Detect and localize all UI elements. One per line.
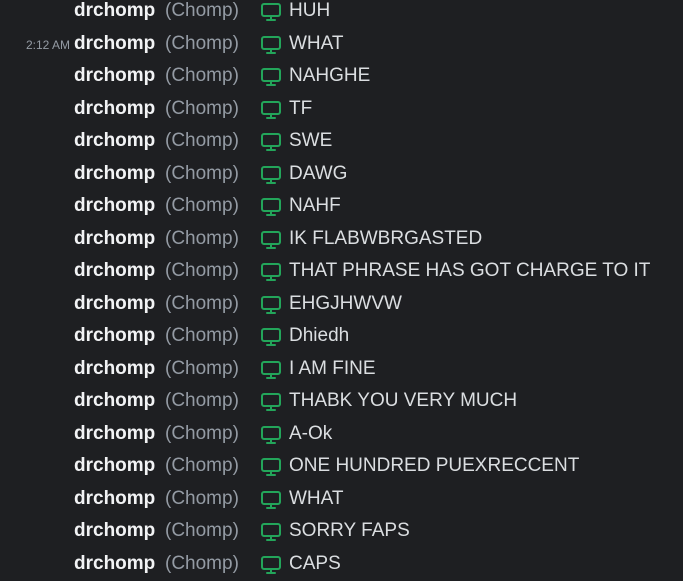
- chat-message[interactable]: drchomp (Chomp) ONE HUNDRED PUEXRECCENT: [0, 451, 683, 483]
- chat-message[interactable]: drchomp (Chomp) THAT PHRASE HAS GOT CHARGE…: [0, 256, 683, 288]
- chat-message[interactable]: drchomp (Chomp) IK FLABWBRGASTED: [0, 224, 683, 256]
- message-content: WHAT: [289, 487, 344, 509]
- monitor-icon: [260, 230, 282, 250]
- message-author-nickname: (Chomp): [165, 325, 239, 346]
- message-author-username[interactable]: drchomp: [74, 520, 155, 542]
- monitor-icon: [260, 262, 282, 282]
- monitor-icon: [260, 35, 282, 55]
- monitor-icon: [260, 197, 282, 217]
- chat-message[interactable]: drchomp (Chomp) SORRY FAPS: [0, 516, 683, 548]
- monitor-icon: [260, 327, 282, 347]
- message-author-nickname: (Chomp): [165, 455, 239, 476]
- message-author-nickname: (Chomp): [165, 552, 239, 574]
- message-author-username[interactable]: drchomp: [74, 553, 155, 575]
- chat-message[interactable]: drchomp (Chomp) NAHF: [0, 191, 683, 223]
- message-content: TF: [289, 97, 313, 119]
- chat-message[interactable]: drchomp (Chomp) THABK YOU VERY MUCH: [0, 386, 683, 418]
- message-author-nickname: (Chomp): [165, 65, 239, 86]
- monitor-icon: [260, 360, 282, 380]
- message-author-nickname: (Chomp): [165, 390, 239, 411]
- monitor-icon: [260, 457, 282, 477]
- message-timestamp: 2:12 AM: [25, 37, 70, 52]
- message-author-username[interactable]: drchomp: [74, 455, 155, 477]
- chat-message-list: drchomp (Chomp) HUH 2:12 AM drchomp (Chomp) WH…: [0, 0, 683, 581]
- message-author-nickname: (Chomp): [165, 227, 239, 249]
- message-content: IK FLABWBRGASTED: [289, 227, 483, 249]
- chat-message[interactable]: drchomp (Chomp) A-Ok: [0, 419, 683, 451]
- message-author-username[interactable]: drchomp: [74, 260, 155, 282]
- monitor-icon: [260, 555, 282, 575]
- message-author-username[interactable]: drchomp: [74, 98, 155, 120]
- message-author-username[interactable]: drchomp: [74, 65, 155, 87]
- monitor-icon: [260, 67, 282, 87]
- message-author-nickname: (Chomp): [165, 130, 239, 151]
- message-content: Dhiedh: [289, 325, 350, 346]
- message-author-username[interactable]: drchomp: [74, 390, 155, 412]
- chat-message[interactable]: drchomp (Chomp) DAWG: [0, 159, 683, 191]
- monitor-icon: [260, 490, 282, 510]
- message-content: NAHF: [289, 195, 341, 216]
- message-content: WHAT: [289, 32, 344, 54]
- message-author-nickname: (Chomp): [165, 260, 239, 281]
- message-author-nickname: (Chomp): [165, 195, 239, 216]
- message-author-nickname: (Chomp): [165, 292, 239, 314]
- message-content: I AM FINE: [289, 357, 376, 379]
- message-content: ONE HUNDRED PUEXRECCENT: [289, 455, 580, 476]
- monitor-icon: [260, 522, 282, 542]
- message-author-nickname: (Chomp): [165, 162, 239, 184]
- message-content: NAHGHE: [289, 65, 371, 86]
- message-author-nickname: (Chomp): [165, 0, 239, 21]
- chat-message[interactable]: drchomp (Chomp) CAPS: [0, 549, 683, 581]
- chat-message[interactable]: drchomp (Chomp) SWE: [0, 126, 683, 158]
- message-content: DAWG: [289, 162, 348, 184]
- monitor-icon: [260, 295, 282, 315]
- message-author-nickname: (Chomp): [165, 487, 239, 509]
- message-content: THABK YOU VERY MUCH: [289, 390, 518, 411]
- message-content: A-Ok: [289, 422, 333, 444]
- message-author-username[interactable]: drchomp: [74, 293, 155, 315]
- message-author-username[interactable]: drchomp: [74, 358, 155, 380]
- chat-message[interactable]: drchomp (Chomp) TF: [0, 94, 683, 126]
- chat-message[interactable]: drchomp (Chomp) Dhiedh: [0, 321, 683, 353]
- message-author-username[interactable]: drchomp: [74, 423, 155, 445]
- monitor-icon: [260, 132, 282, 152]
- message-author-username[interactable]: drchomp: [74, 0, 155, 22]
- chat-message[interactable]: drchomp (Chomp) EHGJHWVW: [0, 289, 683, 321]
- message-content: HUH: [289, 0, 331, 21]
- monitor-icon: [260, 392, 282, 412]
- message-content: SORRY FAPS: [289, 520, 410, 541]
- chat-message[interactable]: drchomp (Chomp) I AM FINE: [0, 354, 683, 386]
- message-content: SWE: [289, 130, 333, 151]
- monitor-icon: [260, 100, 282, 120]
- message-content: THAT PHRASE HAS GOT CHARGE TO IT: [289, 260, 651, 281]
- chat-message[interactable]: drchomp (Chomp) NAHGHE: [0, 61, 683, 93]
- message-content: CAPS: [289, 552, 341, 574]
- monitor-icon: [260, 2, 282, 22]
- message-author-username[interactable]: drchomp: [74, 195, 155, 217]
- monitor-icon: [260, 165, 282, 185]
- message-author-nickname: (Chomp): [165, 422, 239, 444]
- chat-message[interactable]: 2:12 AM drchomp (Chomp) WHAT: [0, 29, 683, 61]
- message-author-nickname: (Chomp): [165, 357, 239, 379]
- message-author-nickname: (Chomp): [165, 32, 239, 54]
- chat-message[interactable]: drchomp (Chomp) WHAT: [0, 484, 683, 516]
- message-author-username[interactable]: drchomp: [74, 488, 155, 510]
- message-author-username[interactable]: drchomp: [74, 33, 155, 55]
- message-author-username[interactable]: drchomp: [74, 325, 155, 347]
- message-content: EHGJHWVW: [289, 292, 402, 314]
- message-author-username[interactable]: drchomp: [74, 130, 155, 152]
- message-author-username[interactable]: drchomp: [74, 163, 155, 185]
- chat-message[interactable]: drchomp (Chomp) HUH: [0, 0, 683, 28]
- monitor-icon: [260, 425, 282, 445]
- message-author-nickname: (Chomp): [165, 97, 239, 119]
- message-author-username[interactable]: drchomp: [74, 228, 155, 250]
- message-author-nickname: (Chomp): [165, 520, 239, 541]
